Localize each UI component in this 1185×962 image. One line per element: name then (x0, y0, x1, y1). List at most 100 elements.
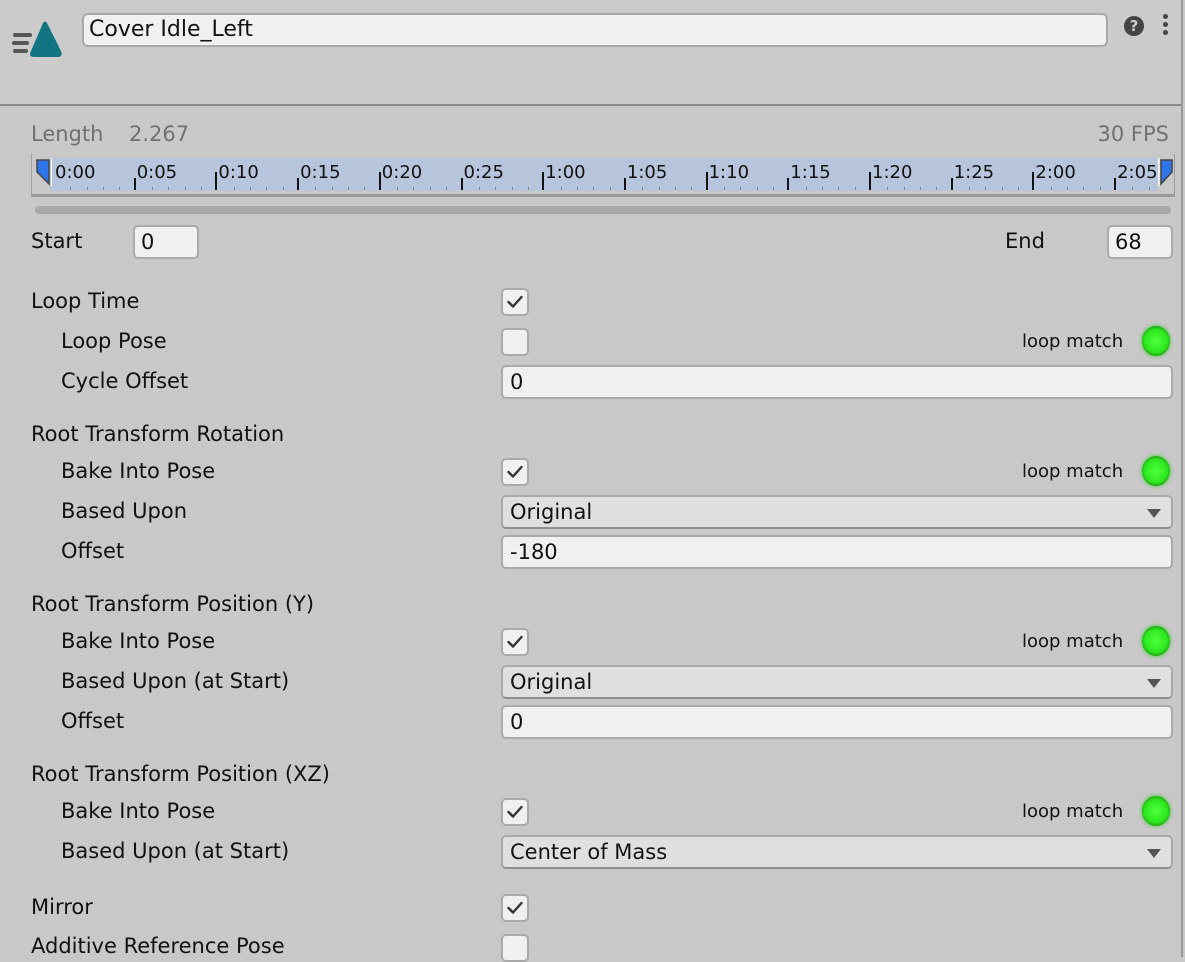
loop-pose-checkbox[interactable] (501, 328, 529, 356)
position-xz-bake-checkbox[interactable] (501, 798, 529, 826)
timeline-minor-tick (86, 187, 88, 190)
timeline-minor-tick (168, 187, 170, 190)
timeline-major-tick (787, 178, 790, 190)
length-value: 2.267 (129, 122, 190, 146)
position-xz-loop-match-indicator-icon (1142, 796, 1170, 826)
rotation-loop-match-label: loop match (1022, 461, 1124, 482)
timeline-tick-label: 1:25 (953, 162, 995, 183)
timeline-minor-tick (609, 187, 611, 190)
loop-match-indicator-icon (1142, 326, 1170, 356)
timeline-tick-label: 0:10 (218, 162, 259, 183)
position-y-bake-checkbox[interactable] (501, 628, 529, 656)
position-y-loop-match-label: loop match (1022, 631, 1124, 652)
timeline-scrollbar[interactable] (35, 206, 1171, 214)
rotation-based-upon-dropdown[interactable]: Original (501, 495, 1173, 529)
position-xz-loop-match-label: loop match (1022, 801, 1124, 822)
timeline-minor-tick (576, 187, 578, 190)
timeline-major-tick (1032, 172, 1035, 190)
length-label: Length (31, 122, 104, 146)
rotation-loop-match-indicator-icon (1142, 456, 1170, 486)
position-xz-bake-label: Bake Into Pose (61, 799, 216, 823)
timeline-minor-tick (674, 187, 676, 190)
timeline-minor-tick (691, 187, 693, 190)
timeline-major-tick (542, 172, 545, 190)
rotation-based-upon-value: Original (510, 500, 593, 524)
timeline-minor-tick (250, 187, 252, 190)
timeline-minor-tick (593, 187, 595, 190)
position-y-based-upon-label: Based Upon (at Start) (61, 669, 290, 693)
rotation-based-upon-label: Based Upon (61, 499, 187, 523)
rotation-offset-label: Offset (61, 539, 125, 563)
timeline-minor-tick (756, 187, 758, 190)
timeline-minor-tick (527, 187, 529, 190)
more-options-icon[interactable] (1160, 14, 1170, 40)
timeline-minor-tick (119, 187, 121, 190)
root-position-y-heading: Root Transform Position (Y) (31, 592, 315, 616)
timeline-minor-tick (152, 187, 154, 190)
position-y-offset-label: Offset (61, 709, 125, 733)
checkmark-icon (507, 901, 523, 914)
timeline-minor-tick (1018, 187, 1020, 190)
timeline-minor-tick (429, 187, 431, 190)
inspector-header: Cover Idle_Left ? (0, 0, 1181, 106)
position-xz-based-upon-dropdown[interactable]: Center of Mass (501, 835, 1173, 869)
checkmark-icon (507, 295, 523, 308)
start-label: Start (31, 229, 83, 253)
chevron-down-icon (1147, 849, 1161, 858)
timeline-minor-tick (1001, 187, 1003, 190)
timeline-tick-label: 1:15 (790, 162, 831, 183)
help-icon[interactable]: ? (1124, 16, 1144, 36)
timeline-tick-label: 0:15 (300, 162, 341, 183)
position-y-bake-label: Bake Into Pose (61, 629, 216, 653)
timeline-tick-label: 1:00 (545, 162, 586, 183)
start-field[interactable]: 0 (133, 225, 199, 259)
timeline-tick-label: 1:05 (626, 162, 668, 183)
timeline-minor-tick (495, 187, 497, 190)
timeline-minor-tick (642, 187, 644, 190)
timeline-minor-tick (1099, 187, 1101, 190)
timeline-minor-tick (805, 187, 807, 190)
timeline-minor-tick (70, 187, 72, 190)
timeline-tick-label: 1:20 (872, 162, 913, 183)
timeline-tick-label: 0:20 (381, 162, 423, 183)
mirror-label: Mirror (31, 895, 93, 919)
rotation-offset-field[interactable]: -180 (501, 535, 1173, 569)
loop-match-label: loop match (1022, 331, 1124, 352)
timeline-minor-tick (266, 187, 268, 190)
root-position-xz-heading: Root Transform Position (XZ) (31, 762, 330, 786)
rotation-bake-label: Bake Into Pose (61, 459, 216, 483)
timeline-minor-tick (364, 187, 366, 190)
timeline-minor-tick (201, 187, 203, 190)
fps-label: 30 FPS (1097, 122, 1169, 146)
rotation-bake-checkbox[interactable] (501, 458, 529, 486)
timeline-tick-label: 0:25 (463, 162, 504, 183)
timeline-minor-tick (560, 187, 562, 190)
timeline-minor-tick (511, 187, 513, 190)
end-field[interactable]: 68 (1107, 225, 1173, 259)
clip-name-field[interactable]: Cover Idle_Left (82, 13, 1108, 47)
timeline-minor-tick (723, 187, 725, 190)
timeline-minor-tick (838, 187, 840, 190)
chevron-down-icon (1147, 679, 1161, 688)
timeline-major-tick (378, 172, 381, 190)
timeline-major-tick (869, 172, 871, 190)
position-y-offset-field[interactable]: 0 (501, 705, 1173, 739)
cycle-offset-label: Cycle Offset (61, 369, 189, 393)
position-xz-based-upon-label: Based Upon (at Start) (61, 839, 290, 863)
animation-clip-icon (12, 21, 62, 57)
start-marker-handle[interactable] (36, 158, 52, 186)
timeline-minor-tick (740, 187, 742, 190)
additive-reference-pose-checkbox[interactable] (501, 934, 529, 962)
mirror-checkbox[interactable] (501, 894, 529, 922)
timeline-minor-tick (1050, 187, 1052, 190)
end-marker-handle[interactable] (1158, 158, 1174, 186)
loop-time-checkbox[interactable] (501, 288, 529, 316)
position-y-based-upon-dropdown[interactable]: Original (501, 665, 1173, 699)
cycle-offset-field[interactable]: 0 (501, 365, 1173, 399)
timeline-ruler[interactable]: 0:00 0:05 0:10 0:15 0:20 0:25 1:00 1:05 1:10 1:15… (31, 154, 1175, 197)
timeline-major-tick (215, 172, 218, 190)
position-y-based-upon-value: Original (510, 670, 593, 694)
timeline-major-tick (950, 178, 953, 190)
root-rotation-heading: Root Transform Rotation (31, 422, 285, 446)
timeline-minor-tick (1083, 187, 1085, 190)
